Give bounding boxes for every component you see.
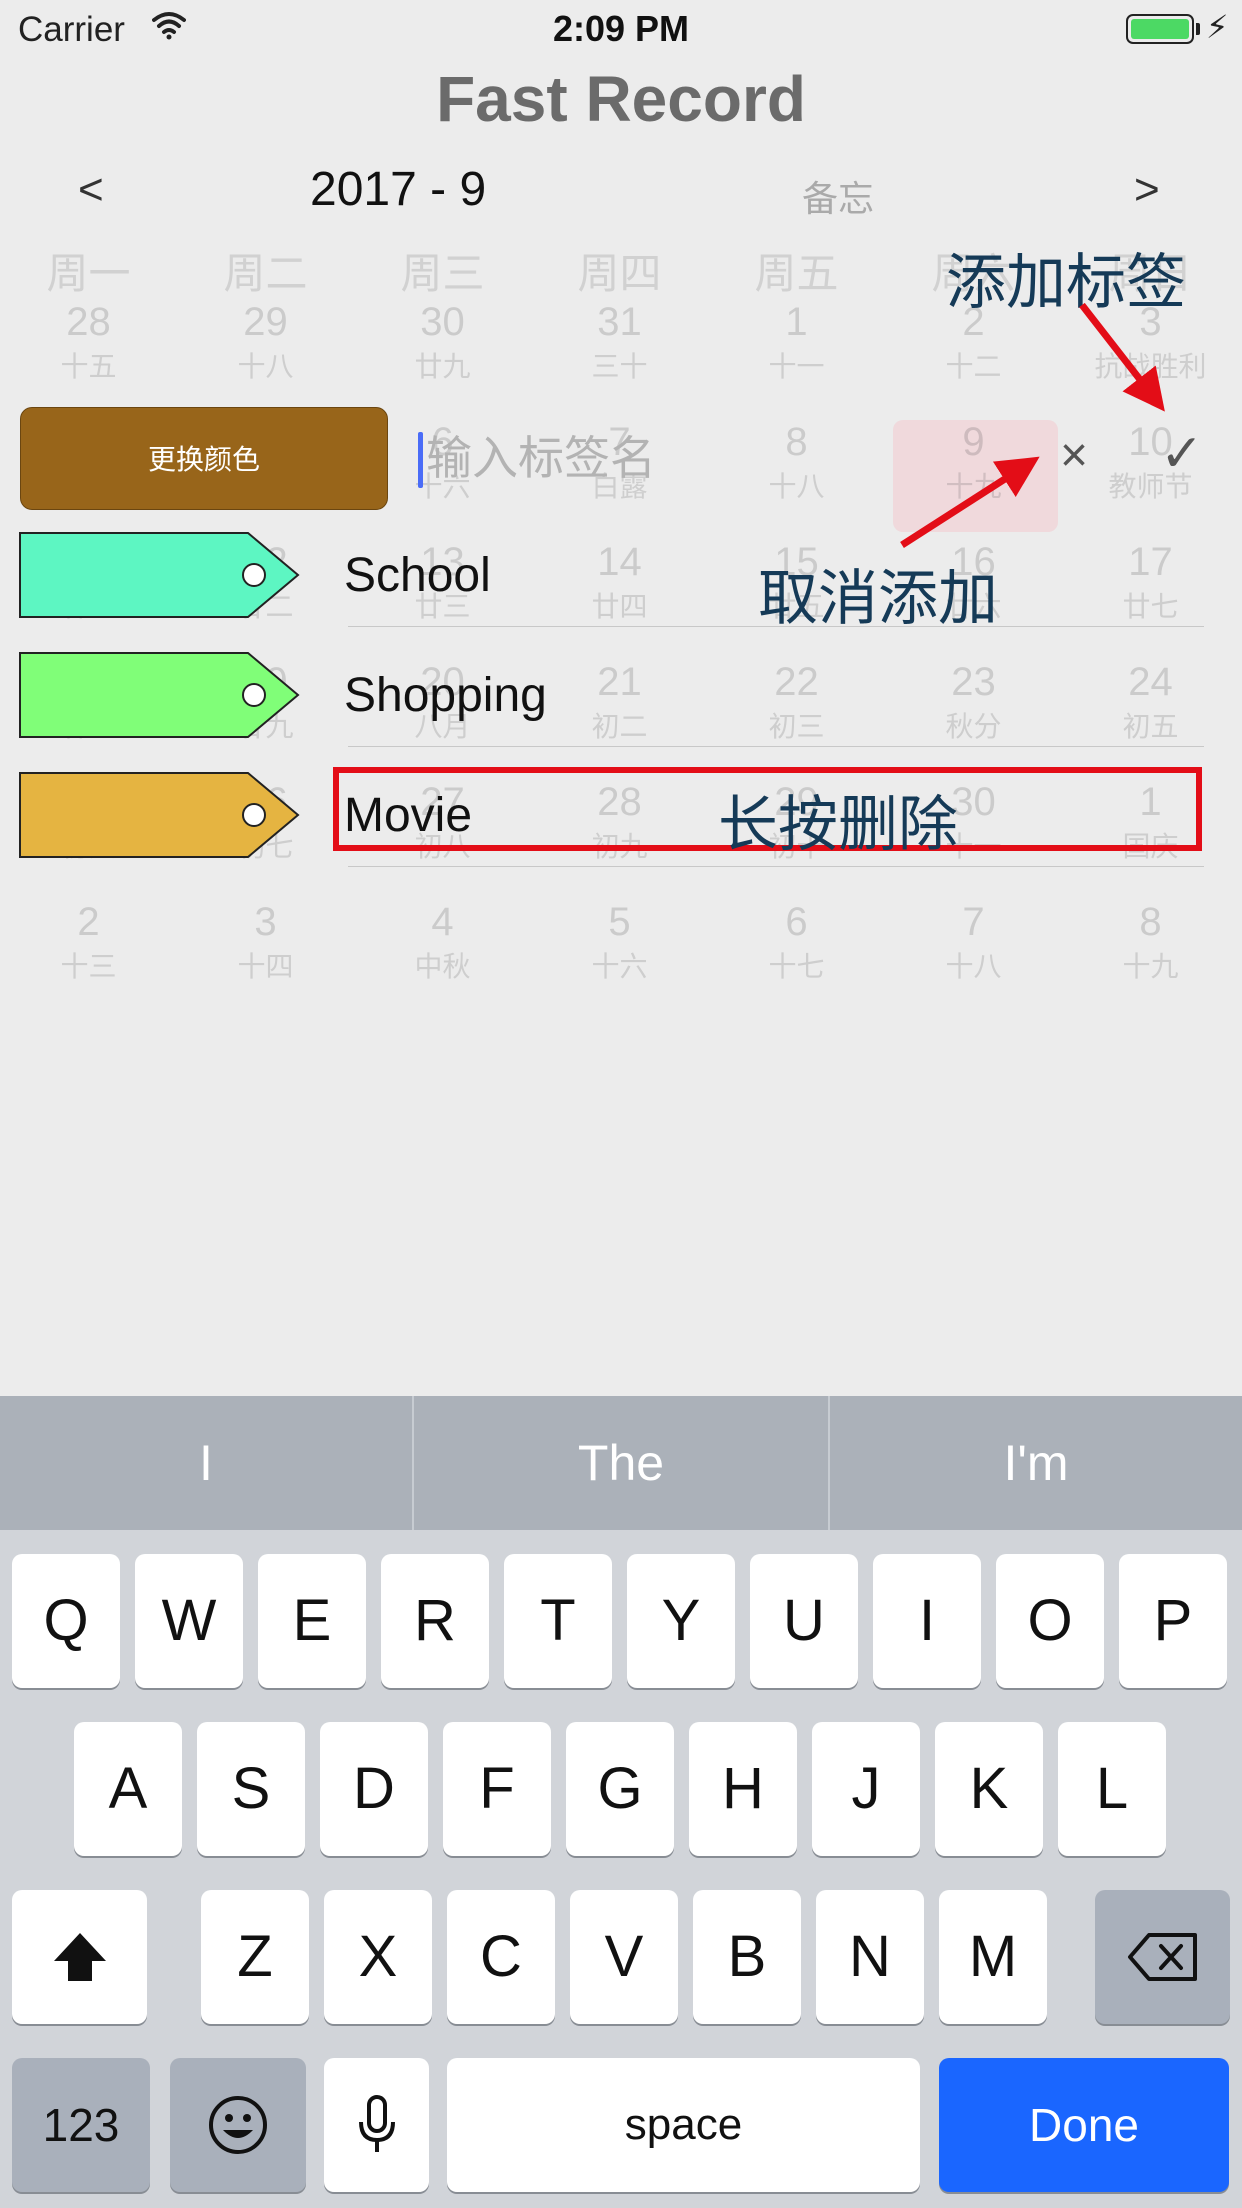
key-l[interactable]: L (1058, 1722, 1166, 1856)
key-a[interactable]: A (74, 1722, 182, 1856)
done-key[interactable]: Done (939, 2058, 1229, 2192)
key-o[interactable]: O (996, 1554, 1104, 1688)
arrow-to-cancel (900, 456, 1040, 548)
key-h[interactable]: H (689, 1722, 797, 1856)
suggestion-item[interactable]: I'm (830, 1396, 1242, 1530)
key-p[interactable]: P (1119, 1554, 1227, 1688)
key-j[interactable]: J (812, 1722, 920, 1856)
day-number: 3 (254, 900, 277, 944)
key-d[interactable]: D (320, 1722, 428, 1856)
suggestion-item[interactable]: The (414, 1396, 828, 1530)
key-v[interactable]: V (570, 1890, 678, 2024)
key-z[interactable]: Z (201, 1890, 309, 2024)
key-n[interactable]: N (816, 1890, 924, 2024)
suggestion-item[interactable]: I (0, 1396, 412, 1530)
key-f[interactable]: F (443, 1722, 551, 1856)
lunar-label: 中秋 (414, 951, 471, 982)
key-q[interactable]: Q (12, 1554, 120, 1688)
lunar-label: 十四 (237, 951, 294, 982)
key-c[interactable]: C (447, 1890, 555, 2024)
key-s[interactable]: S (197, 1722, 305, 1856)
space-key[interactable]: space (447, 2058, 920, 2192)
key-m[interactable]: M (939, 1890, 1047, 2024)
key-r[interactable]: R (381, 1554, 489, 1688)
day-number: 4 (431, 900, 454, 944)
day-number: 6 (785, 900, 808, 944)
calendar-day-cell[interactable]: 3 十四 (177, 900, 354, 985)
day-number: 7 (962, 900, 985, 944)
lunar-label: 十三 (60, 951, 117, 982)
calendar-day-cell[interactable]: 8 十九 (1062, 900, 1239, 985)
microphone-icon (358, 2094, 395, 2152)
key-x[interactable]: X (324, 1890, 432, 2024)
key-k[interactable]: K (935, 1722, 1043, 1856)
lunar-label: 十六 (591, 951, 648, 982)
shift-icon (53, 1932, 106, 1981)
calendar-day-cell[interactable]: 4 中秋 (354, 900, 531, 985)
key-y[interactable]: Y (627, 1554, 735, 1688)
numbers-key[interactable]: 123 (12, 2058, 150, 2192)
annotation-arrows (900, 302, 1165, 548)
lunar-label: 十九 (1122, 951, 1179, 982)
day-number: 8 (1139, 900, 1162, 944)
day-number: 5 (608, 900, 631, 944)
key-e[interactable]: E (258, 1554, 366, 1688)
key-i[interactable]: I (873, 1554, 981, 1688)
dictation-key[interactable] (324, 2058, 429, 2192)
calendar-day-cell[interactable]: 7 十八 (885, 900, 1062, 985)
key-b[interactable]: B (693, 1890, 801, 2024)
calendar-day-cell[interactable]: 6 十七 (708, 900, 885, 985)
key-w[interactable]: W (135, 1554, 243, 1688)
lunar-label: 十七 (768, 951, 825, 982)
calendar-day-cell[interactable]: 2 十三 (0, 900, 177, 985)
lunar-label: 十八 (945, 951, 1002, 982)
calendar-day-cell[interactable]: 5 十六 (531, 900, 708, 985)
arrow-to-confirm (1079, 302, 1165, 412)
key-t[interactable]: T (504, 1554, 612, 1688)
keyboard: Q W E R T Y U I O P A S D F G H J K L Z … (0, 1530, 1242, 2208)
delete-key[interactable] (1095, 1890, 1230, 2024)
emoji-key[interactable] (170, 2058, 306, 2192)
key-g[interactable]: G (566, 1722, 674, 1856)
backspace-icon (1127, 1932, 1197, 1981)
key-u[interactable]: U (750, 1554, 858, 1688)
keyboard-suggestions: I The I'm (0, 1396, 1242, 1530)
emoji-icon (209, 2095, 267, 2154)
shift-key[interactable] (12, 1890, 147, 2024)
day-number: 2 (77, 900, 100, 944)
